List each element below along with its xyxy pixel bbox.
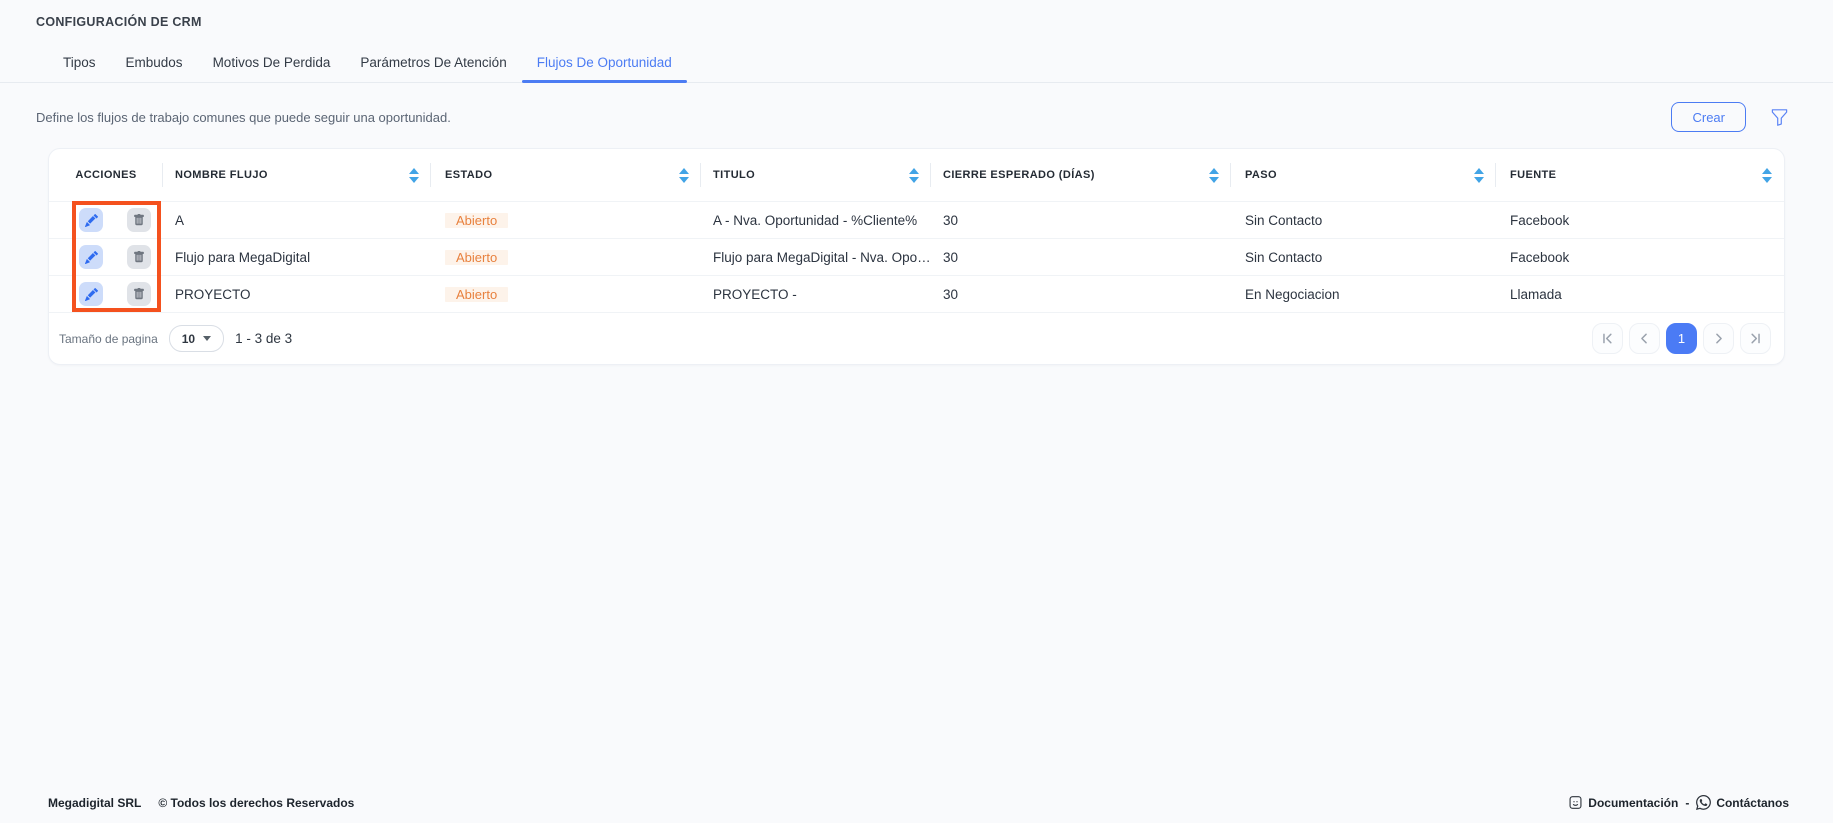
- edit-button[interactable]: [79, 282, 103, 306]
- sort-arrows-icon[interactable]: [909, 168, 919, 183]
- edit-button[interactable]: [79, 245, 103, 269]
- nombre-flujo-cell: A: [163, 213, 431, 228]
- sort-arrows-icon[interactable]: [409, 168, 419, 183]
- page-number-button[interactable]: 1: [1666, 323, 1697, 354]
- documentation-link[interactable]: Documentación: [1568, 795, 1678, 810]
- actions-cell: [49, 245, 163, 269]
- estado-cell: Abierto: [431, 213, 701, 228]
- toolbar: Define los flujos de trabajo comunes que…: [36, 102, 1789, 132]
- estado-badge: Abierto: [445, 250, 508, 265]
- estado-badge: Abierto: [445, 287, 508, 302]
- contact-link[interactable]: Contáctanos: [1696, 795, 1789, 810]
- paso-cell: Sin Contacto: [1231, 250, 1496, 265]
- footer-copyright: © Todos los derechos Reservados: [158, 796, 354, 810]
- tab-embudos[interactable]: Embudos: [111, 46, 198, 82]
- pagination-bar: Tamaño de pagina 10 1 - 3 de 3 1: [49, 312, 1784, 364]
- tab-parametros-de-atencion[interactable]: Parámetros De Atención: [345, 46, 521, 82]
- table-card: ACCIONES NOMBRE FLUJO ESTADO TITULO CIER…: [48, 148, 1785, 365]
- sort-arrows-icon[interactable]: [1474, 168, 1484, 183]
- table-row: PROYECTO Abierto PROYECTO - 30 En Negoci…: [49, 275, 1784, 312]
- footer-company: Megadigital SRL: [48, 796, 141, 810]
- tab-tipos[interactable]: Tipos: [48, 46, 111, 82]
- page-title: CONFIGURACIÓN DE CRM: [0, 0, 1833, 29]
- actions-cell: [49, 282, 163, 306]
- table-header: ACCIONES NOMBRE FLUJO ESTADO TITULO CIER…: [49, 149, 1784, 201]
- sort-arrows-icon[interactable]: [1209, 168, 1219, 183]
- paso-cell: Sin Contacto: [1231, 213, 1496, 228]
- estado-badge: Abierto: [445, 213, 508, 228]
- tab-bar: Tipos Embudos Motivos De Perdida Parámet…: [0, 46, 1833, 83]
- first-page-button[interactable]: [1592, 323, 1623, 354]
- tab-motivos-de-perdida[interactable]: Motivos De Perdida: [198, 46, 346, 82]
- delete-button[interactable]: [127, 245, 151, 269]
- sort-arrows-icon[interactable]: [1762, 168, 1772, 183]
- table-row: A Abierto A - Nva. Oportunidad - %Client…: [49, 201, 1784, 238]
- crm-config-page: CONFIGURACIÓN DE CRM Tipos Embudos Motiv…: [0, 0, 1833, 823]
- fuente-cell: Facebook: [1496, 250, 1784, 265]
- previous-page-button[interactable]: [1629, 323, 1660, 354]
- next-page-button[interactable]: [1703, 323, 1734, 354]
- description-text: Define los flujos de trabajo comunes que…: [36, 110, 451, 125]
- paso-cell: En Negociacion: [1231, 287, 1496, 302]
- column-header-paso[interactable]: PASO: [1231, 149, 1496, 201]
- footer: Megadigital SRL © Todos los derechos Res…: [48, 795, 1789, 810]
- page-size-label: Tamaño de pagina: [59, 332, 158, 346]
- titulo-cell: A - Nva. Oportunidad - %Cliente%: [701, 213, 931, 228]
- filter-funnel-icon[interactable]: [1770, 108, 1789, 127]
- pencil-icon: [85, 251, 98, 264]
- edit-button[interactable]: [79, 208, 103, 232]
- column-header-estado[interactable]: ESTADO: [431, 149, 701, 201]
- nombre-flujo-cell: Flujo para MegaDigital: [163, 250, 431, 265]
- estado-cell: Abierto: [431, 287, 701, 302]
- delete-button[interactable]: [127, 208, 151, 232]
- fuente-cell: Llamada: [1496, 287, 1784, 302]
- whatsapp-icon: [1696, 795, 1711, 810]
- column-header-nombre-flujo[interactable]: NOMBRE FLUJO: [163, 149, 431, 201]
- actions-cell: [49, 208, 163, 232]
- cierre-esperado-cell: 30: [931, 250, 1231, 265]
- create-button[interactable]: Crear: [1671, 102, 1746, 132]
- column-header-fuente[interactable]: FUENTE: [1496, 149, 1784, 201]
- delete-button[interactable]: [127, 282, 151, 306]
- cierre-esperado-cell: 30: [931, 213, 1231, 228]
- footer-separator: -: [1685, 796, 1689, 810]
- pagination-range: 1 - 3 de 3: [235, 331, 292, 346]
- titulo-cell: Flujo para MegaDigital - Nva. Oportunid.…: [701, 250, 931, 265]
- trash-icon: [133, 288, 145, 300]
- trash-icon: [133, 214, 145, 226]
- column-header-titulo[interactable]: TITULO: [701, 149, 931, 201]
- titulo-cell: PROYECTO -: [701, 287, 931, 302]
- trash-icon: [133, 251, 145, 263]
- journal-icon: [1568, 795, 1583, 810]
- nombre-flujo-cell: PROYECTO: [163, 287, 431, 302]
- page-size-select[interactable]: 10: [169, 325, 224, 352]
- last-page-button[interactable]: [1740, 323, 1771, 354]
- fuente-cell: Facebook: [1496, 213, 1784, 228]
- table-row: Flujo para MegaDigital Abierto Flujo par…: [49, 238, 1784, 275]
- cierre-esperado-cell: 30: [931, 287, 1231, 302]
- chevron-down-icon: [203, 336, 211, 341]
- pencil-icon: [85, 288, 98, 301]
- column-header-acciones: ACCIONES: [49, 149, 163, 201]
- tab-flujos-de-oportunidad[interactable]: Flujos De Oportunidad: [522, 46, 687, 82]
- column-header-cierre-esperado[interactable]: CIERRE ESPERADO (DÍAS): [931, 149, 1231, 201]
- table-body: A Abierto A - Nva. Oportunidad - %Client…: [49, 201, 1784, 312]
- pencil-icon: [85, 214, 98, 227]
- estado-cell: Abierto: [431, 250, 701, 265]
- sort-arrows-icon[interactable]: [679, 168, 689, 183]
